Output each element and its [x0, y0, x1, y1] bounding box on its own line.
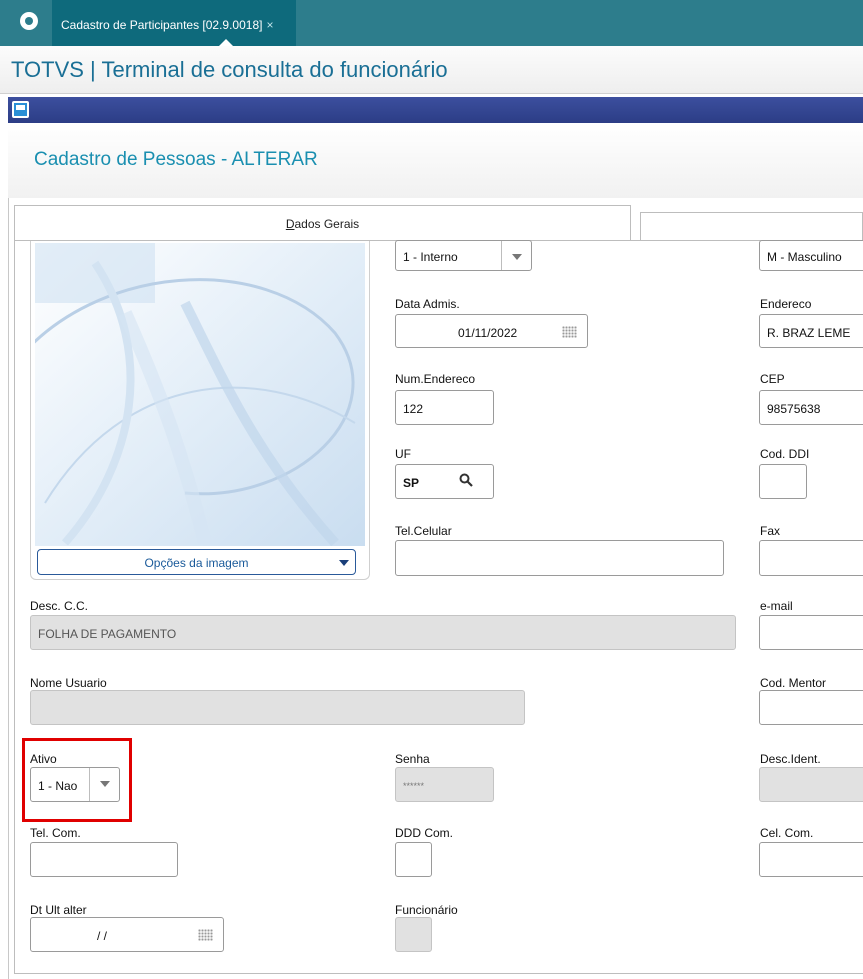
uf-value: SP	[403, 476, 420, 490]
cel-com-field[interactable]	[759, 842, 863, 877]
cep-label: CEP	[760, 372, 785, 386]
close-icon[interactable]: ×	[266, 18, 273, 32]
cod-ddi-label: Cod. DDI	[760, 447, 810, 461]
sexo-select[interactable]: M - Masculino	[759, 240, 863, 271]
dt-ult-alter-field[interactable]: / /	[30, 917, 224, 952]
funcionario-field	[395, 917, 432, 952]
data-admis-label: Data Admis.	[395, 297, 460, 311]
uf-field[interactable]: SP	[395, 464, 494, 499]
dt-ult-alter-value: / /	[97, 929, 108, 943]
title-band: TOTVS | Terminal de consulta do funcioná…	[0, 46, 863, 94]
tipo-value: 1 - Interno	[403, 250, 458, 264]
data-admis-value: 01/11/2022	[458, 326, 518, 340]
data-admis-field[interactable]: 01/11/2022	[395, 314, 588, 348]
ativo-highlight-box	[22, 738, 132, 822]
cod-mentor-field[interactable]	[759, 690, 863, 725]
num-endereco-value: 122	[403, 402, 424, 416]
tab-secondary[interactable]	[640, 212, 863, 241]
calendar-icon[interactable]	[562, 326, 577, 338]
desc-cc-value: FOLHA DE PAGAMENTO	[38, 627, 177, 641]
search-icon[interactable]	[459, 473, 473, 487]
chevron-down-icon	[501, 241, 531, 270]
image-options-button[interactable]: Opções da imagem	[37, 549, 356, 575]
window-icon[interactable]	[12, 101, 29, 118]
tab-label: Cadastro de Participantes [02.9.0018]	[61, 18, 263, 32]
email-field[interactable]	[759, 615, 863, 650]
app-root: Cadastro de Participantes [02.9.0018] × T…	[0, 0, 863, 979]
totvs-logo-icon[interactable]	[20, 12, 38, 30]
fax-label: Fax	[760, 524, 781, 538]
tipo-select[interactable]: 1 - Interno	[395, 240, 532, 271]
num-endereco-field[interactable]: 122	[395, 390, 494, 425]
cep-field[interactable]: 98575638	[759, 390, 863, 425]
calendar-icon[interactable]	[198, 929, 213, 941]
app-title: TOTVS | Terminal de consulta do funcioná…	[11, 57, 448, 82]
nome-usuario-label: Nome Usuario	[30, 676, 107, 690]
email-label: e-mail	[760, 599, 793, 613]
window-strip	[8, 97, 863, 123]
cel-com-label: Cel. Com.	[760, 826, 814, 840]
desc-ident-field	[759, 767, 863, 802]
desc-ident-label: Desc.Ident.	[760, 752, 821, 766]
tab-cadastro-participantes[interactable]: Cadastro de Participantes [02.9.0018] ×	[52, 0, 296, 46]
num-endereco-label: Num.Endereco	[395, 372, 476, 386]
photo-placeholder-image	[35, 243, 365, 546]
cod-ddi-field[interactable]	[759, 464, 807, 499]
top-bar: Cadastro de Participantes [02.9.0018] ×	[0, 0, 863, 46]
senha-label: Senha	[395, 752, 430, 766]
tel-com-label: Tel. Com.	[30, 826, 81, 840]
endereco-field[interactable]: R. BRAZ LEME	[759, 314, 863, 348]
dt-ult-alter-label: Dt Ult alter	[30, 903, 87, 917]
fax-field[interactable]	[759, 540, 863, 576]
nome-usuario-field	[30, 690, 525, 725]
active-tab-indicator	[219, 39, 233, 46]
tab-dados-gerais[interactable]: Dados Gerais	[14, 205, 631, 241]
desc-cc-field: FOLHA DE PAGAMENTO	[30, 615, 736, 650]
tel-celular-label: Tel.Celular	[395, 524, 452, 538]
funcionario-label: Funcionário	[395, 903, 458, 917]
senha-field: ******	[395, 767, 494, 802]
ddd-com-field[interactable]	[395, 842, 432, 877]
page-title: Cadastro de Pessoas - ALTERAR	[34, 149, 318, 170]
endereco-label: Endereco	[760, 297, 812, 311]
tab-label-rest: ados Gerais	[294, 217, 360, 231]
cod-mentor-label: Cod. Mentor	[760, 676, 827, 690]
ddd-com-label: DDD Com.	[395, 826, 454, 840]
chevron-down-icon	[339, 560, 349, 566]
uf-label: UF	[395, 447, 411, 461]
senha-value: ******	[403, 781, 425, 791]
tel-com-field[interactable]	[30, 842, 178, 877]
endereco-value: R. BRAZ LEME	[767, 326, 851, 340]
tel-celular-field[interactable]	[395, 540, 724, 576]
image-options-label: Opções da imagem	[144, 556, 249, 570]
cep-value: 98575638	[767, 402, 821, 416]
sexo-value: M - Masculino	[767, 250, 842, 264]
desc-cc-label: Desc. C.C.	[30, 599, 89, 613]
